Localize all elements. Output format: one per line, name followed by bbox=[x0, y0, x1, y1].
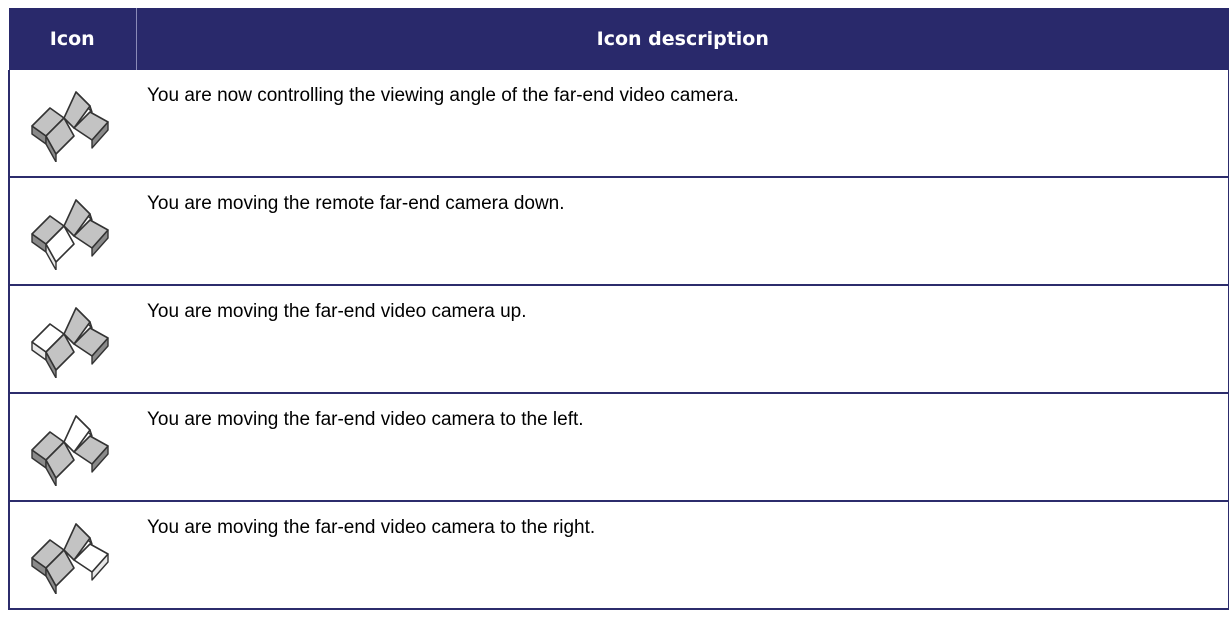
description-cell: You are moving the remote far-end camera… bbox=[136, 177, 1229, 286]
table-row: You are moving the far-end video camera … bbox=[8, 285, 1229, 394]
camera-control-left-icon bbox=[12, 402, 112, 486]
table-row: You are moving the far-end video camera … bbox=[8, 393, 1229, 502]
table-row: You are moving the far-end video camera … bbox=[8, 501, 1229, 610]
camera-control-up-icon bbox=[12, 294, 112, 378]
icon-table: Icon Icon description You are now contro… bbox=[8, 8, 1229, 610]
icon-description: You are moving the remote far-end camera… bbox=[147, 193, 565, 214]
camera-control-down-icon bbox=[12, 186, 112, 270]
column-header-description: Icon description bbox=[136, 8, 1229, 70]
table-row: You are now controlling the viewing angl… bbox=[8, 70, 1229, 178]
camera-control-active-icon bbox=[12, 78, 112, 162]
icon-description: You are now controlling the viewing angl… bbox=[147, 85, 739, 106]
table-header-row: Icon Icon description bbox=[9, 8, 1229, 70]
icon-description: You are moving the far-end video camera … bbox=[147, 517, 596, 538]
description-cell: You are now controlling the viewing angl… bbox=[136, 70, 1229, 178]
icon-description: You are moving the far-end video camera … bbox=[147, 301, 527, 322]
table-row: You are moving the remote far-end camera… bbox=[8, 177, 1229, 286]
description-cell: You are moving the far-end video camera … bbox=[136, 285, 1229, 394]
column-header-icon: Icon bbox=[9, 8, 137, 70]
icon-cell bbox=[8, 285, 136, 394]
description-cell: You are moving the far-end video camera … bbox=[136, 393, 1229, 502]
icon-cell bbox=[8, 177, 136, 286]
icon-cell bbox=[8, 501, 136, 610]
camera-control-right-icon bbox=[12, 510, 112, 594]
description-cell: You are moving the far-end video camera … bbox=[136, 501, 1229, 610]
icon-cell bbox=[8, 393, 136, 502]
icon-description: You are moving the far-end video camera … bbox=[147, 409, 584, 430]
icon-table-container: Icon Icon description You are now contro… bbox=[8, 8, 1229, 610]
icon-cell bbox=[8, 70, 136, 178]
